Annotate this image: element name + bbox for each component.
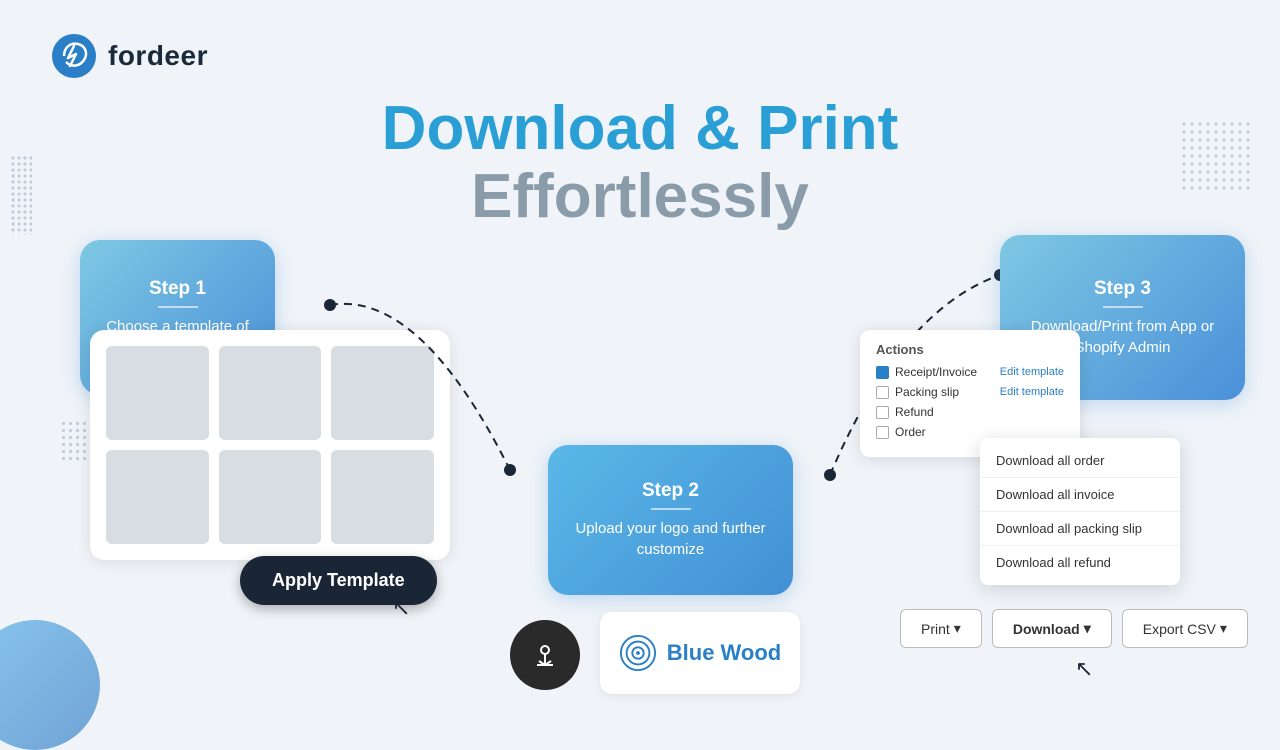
fordeer-logo-icon	[50, 32, 98, 80]
print-label: Print	[921, 621, 950, 637]
dropdown-item-all-order[interactable]: Download all order	[980, 444, 1180, 478]
template-card	[90, 330, 450, 560]
step2-desc: Upload your logo and further customize	[564, 518, 777, 560]
download-chevron-icon: ▾	[1084, 620, 1091, 637]
step3-divider	[1103, 306, 1143, 308]
action-label-packing: Packing slip	[895, 385, 959, 399]
dropdown-item-all-refund[interactable]: Download all refund	[980, 546, 1180, 579]
step3-label: Step 3	[1094, 278, 1151, 300]
title-line2: Effortlessly	[0, 163, 1280, 231]
step2-label: Step 2	[642, 480, 699, 502]
template-thumb-4	[106, 450, 209, 544]
download-label: Download	[1013, 621, 1080, 637]
export-csv-button[interactable]: Export CSV ▾	[1122, 609, 1248, 648]
cursor-icon: ↖	[392, 595, 410, 621]
bluewood-name: Blue Wood	[667, 640, 781, 666]
action-label-receipt: Receipt/Invoice	[895, 365, 977, 379]
share-icon-circle	[510, 620, 580, 690]
cursor-icon-download: ↖	[1075, 656, 1093, 682]
checkbox-refund[interactable]	[876, 406, 889, 419]
export-csv-chevron-icon: ▾	[1220, 620, 1227, 637]
template-thumb-1	[106, 346, 209, 440]
print-chevron-icon: ▾	[954, 620, 961, 637]
action-row-receipt: Receipt/Invoice Edit template	[876, 365, 1064, 379]
template-thumb-2	[219, 346, 322, 440]
action-row-packing: Packing slip Edit template	[876, 385, 1064, 399]
title-line1: Download & Print	[0, 95, 1280, 163]
circle-decoration-bottom-left	[0, 620, 100, 750]
step1-divider	[158, 306, 198, 308]
edit-template-receipt[interactable]: Edit template	[1000, 366, 1064, 378]
print-button[interactable]: Print ▾	[900, 609, 982, 648]
bottom-action-buttons: Print ▾ Download ▾ Export CSV ▾	[900, 609, 1248, 648]
template-thumb-5	[219, 450, 322, 544]
header-logo: fordeer	[50, 32, 208, 80]
dropdown-item-all-invoice[interactable]: Download all invoice	[980, 478, 1180, 512]
template-thumb-3	[331, 346, 434, 440]
checkbox-packing[interactable]	[876, 386, 889, 399]
action-label-order: Order	[895, 425, 926, 439]
export-csv-label: Export CSV	[1143, 621, 1216, 637]
edit-template-packing[interactable]: Edit template	[1000, 386, 1064, 398]
share-icon	[529, 639, 561, 671]
download-dropdown-menu: Download all order Download all invoice …	[980, 438, 1180, 585]
checkbox-receipt[interactable]	[876, 366, 889, 379]
action-left-order: Order	[876, 425, 926, 439]
step1-label: Step 1	[149, 278, 206, 300]
actions-title: Actions	[876, 342, 1064, 357]
bluewood-card: Blue Wood	[600, 612, 800, 694]
action-row-order: Order	[876, 425, 1064, 439]
template-thumb-6	[331, 450, 434, 544]
main-title: Download & Print Effortlessly	[0, 95, 1280, 231]
action-label-refund: Refund	[895, 405, 934, 419]
action-left-receipt: Receipt/Invoice	[876, 365, 977, 379]
action-left-refund: Refund	[876, 405, 934, 419]
dropdown-item-all-packing[interactable]: Download all packing slip	[980, 512, 1180, 546]
action-row-refund: Refund	[876, 405, 1064, 419]
logo-text: fordeer	[108, 40, 208, 72]
bluewood-logo-icon	[619, 634, 657, 672]
download-button[interactable]: Download ▾	[992, 609, 1112, 648]
action-left-packing: Packing slip	[876, 385, 959, 399]
step2-box: Step 2 Upload your logo and further cust…	[548, 445, 793, 595]
checkbox-order[interactable]	[876, 426, 889, 439]
step2-divider	[651, 508, 691, 510]
